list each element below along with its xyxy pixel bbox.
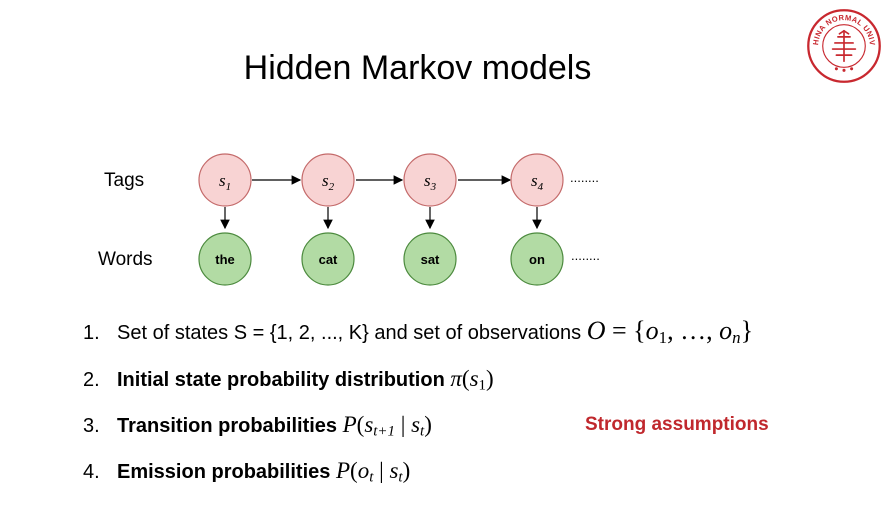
word-node-1: the <box>198 232 252 286</box>
list-item: 3. Transition probabilities P(st+1 | st) <box>83 412 432 440</box>
row-label-words: Words <box>98 249 153 270</box>
word-node-2: cat <box>301 232 355 286</box>
row-label-tags: Tags <box>104 170 145 191</box>
svg-text:on: on <box>529 252 545 267</box>
word-node-4: on <box>510 232 564 286</box>
list-item: 2. Initial state probability distribution… <box>83 366 494 394</box>
list-item: 4. Emission probabilities P(ot | st) <box>83 458 411 486</box>
transition-prob-formula: P(st+1 | st) <box>342 412 432 440</box>
strong-assumptions-note: Strong assumptions <box>585 414 769 435</box>
initial-prob-formula: π(s1) <box>450 366 494 394</box>
tag-node-1: s1 <box>198 153 252 207</box>
observations-formula: O = {o1, …, on} <box>586 316 754 348</box>
tag-node-3: s3 <box>403 153 457 207</box>
word-node-3: sat <box>403 232 457 286</box>
word-ellipsis: ........ <box>571 248 600 263</box>
tag-ellipsis: ........ <box>570 170 599 185</box>
emission-prob-formula: P(ot | st) <box>335 458 411 486</box>
svg-text:the: the <box>215 252 235 267</box>
tag-node-4: s4 <box>510 153 564 207</box>
svg-text:sat: sat <box>421 252 440 267</box>
list-item: 1. Set of states S = {1, 2, ..., K} and s… <box>83 316 754 348</box>
tag-node-2: s2 <box>301 153 355 207</box>
svg-text:cat: cat <box>319 252 338 267</box>
